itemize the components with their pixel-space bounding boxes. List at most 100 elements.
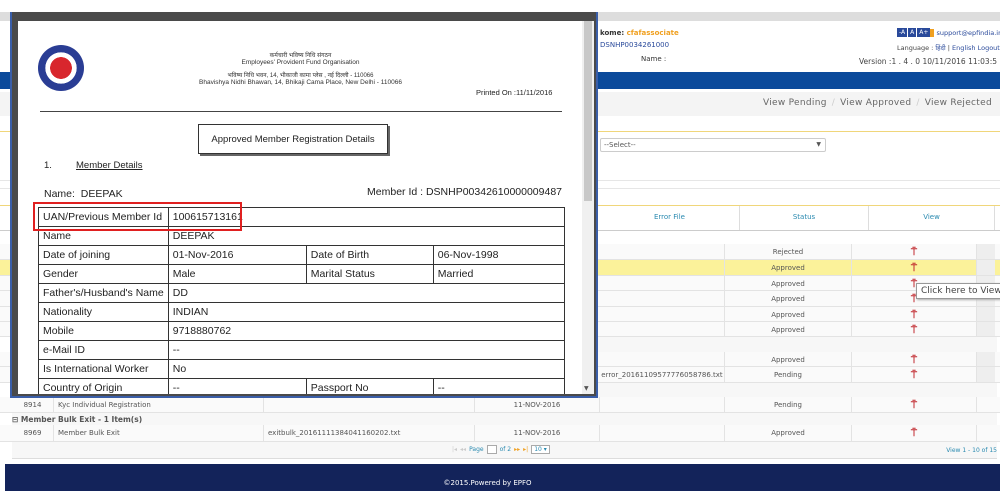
font-normal-button[interactable]: A xyxy=(908,28,916,37)
row-id: 8969 xyxy=(12,425,54,441)
filter-select[interactable]: --Select--▼ xyxy=(600,138,826,152)
next-page-icon[interactable]: ▸▸ xyxy=(514,446,520,453)
group-header-bulk-exit[interactable]: ⊟ Member Bulk Exit - 1 Item(s) xyxy=(12,413,997,425)
row-type: Kyc Individual Registration xyxy=(54,397,264,412)
pdf-icon[interactable]: ⍑ xyxy=(852,397,977,412)
mobile-label: Mobile xyxy=(39,322,169,341)
page-input[interactable] xyxy=(487,445,497,454)
pdf-icon[interactable]: ⍑ xyxy=(852,260,977,275)
row-status: Rejected xyxy=(725,244,852,259)
address-hindi: भविष्य निधि भवन, 14, भीकाजी कामा प्लेस ,… xyxy=(18,71,583,79)
pdf-icon[interactable]: ⍑ xyxy=(852,322,977,336)
view-rejected-link[interactable]: View Rejected xyxy=(925,98,992,108)
column-header-error-file[interactable]: Error File xyxy=(600,206,740,230)
page-label: Page xyxy=(469,446,484,453)
view-info: View 1 - 10 of 15 xyxy=(946,447,997,454)
page-size-select[interactable]: 10 ▾ xyxy=(531,445,550,454)
row-id: 8914 xyxy=(12,397,54,412)
mail-icon: ▪ xyxy=(930,29,934,37)
table-row: Date of joining01-Nov-2016Date of Birth0… xyxy=(39,246,565,265)
gender-label: Gender xyxy=(39,265,169,284)
row-status: Approved xyxy=(725,352,852,366)
doj-value: 01-Nov-2016 xyxy=(168,246,306,265)
logout-link[interactable]: Logout xyxy=(978,44,1000,52)
row-status: Pending xyxy=(725,397,852,412)
footer-text: ©2015.Powered by EPFO xyxy=(443,479,531,487)
org-hindi: कर्मचारी भविष्य निधि संगठन xyxy=(18,51,583,59)
pdf-icon[interactable]: ⍑ xyxy=(852,244,977,259)
font-decrease-button[interactable]: -A xyxy=(897,28,907,37)
row-type: Member Bulk Exit xyxy=(54,425,264,441)
column-header-status[interactable]: Status xyxy=(740,206,869,230)
section-title: Member Details xyxy=(76,160,143,171)
table-row: Mobile9718880762 xyxy=(39,322,565,341)
modal-title-bar xyxy=(12,12,596,21)
support-email-link[interactable]: support@epfindia.in xyxy=(936,29,1000,37)
row-status: Approved xyxy=(725,291,852,306)
pager: |◂ ◂◂ Page of 2 ▸▸ ▸| 10 ▾ View 1 - 10 o… xyxy=(12,442,997,459)
table-row[interactable]: 8914 Kyc Individual Registration 11-NOV-… xyxy=(0,397,1000,413)
establishment-id: DSNHP0034261000 xyxy=(600,41,669,49)
row-filler xyxy=(977,307,995,321)
page-size-value: 10 xyxy=(534,446,542,453)
row-error-file[interactable] xyxy=(600,260,725,275)
row-date: 11-NOV-2016 xyxy=(475,425,600,441)
font-increase-button[interactable]: A+ xyxy=(917,28,930,37)
table-row[interactable]: 8969 Member Bulk Exit exitbulk_201611113… xyxy=(0,425,1000,442)
document-title: Approved Member Registration Details xyxy=(198,124,388,154)
prev-page-icon[interactable]: ◂◂ xyxy=(460,446,466,453)
row-date: 11-NOV-2016 xyxy=(475,397,600,412)
doj-label: Date of joining xyxy=(39,246,169,265)
dob-value: 06-Nov-1998 xyxy=(433,246,564,265)
separator: / xyxy=(916,98,919,108)
row-filler xyxy=(977,322,995,336)
scrollbar-thumb[interactable] xyxy=(584,21,592,201)
name-label: Name : xyxy=(641,55,666,63)
member-id: Member Id : DSNHP00342610000009487 xyxy=(367,186,562,198)
father-label: Father's/Husband's Name xyxy=(39,284,169,303)
row-error-file[interactable] xyxy=(600,276,725,290)
row-error-file[interactable] xyxy=(600,291,725,306)
row-file[interactable]: exitbulk_20161111384041160202.txt xyxy=(264,425,475,441)
modal-scrollbar[interactable]: ▼ xyxy=(582,21,594,394)
scroll-down-icon[interactable]: ▼ xyxy=(584,385,589,392)
divider xyxy=(40,111,562,112)
pdf-icon[interactable]: ⍑ xyxy=(852,352,977,366)
first-page-icon[interactable]: |◂ xyxy=(452,446,457,453)
name-value: DEEPAK xyxy=(81,188,123,200)
pdf-icon[interactable]: ⍑ xyxy=(852,307,977,321)
row-error-file[interactable] xyxy=(600,352,725,366)
registration-details-modal: कर्मचारी भविष्य निधि संगठन Employees' Pr… xyxy=(10,12,598,398)
pdf-icon[interactable]: ⍑ xyxy=(852,367,977,382)
language-english-link[interactable]: English xyxy=(952,44,975,52)
name-label: Name: xyxy=(44,188,75,200)
marital-value: Married xyxy=(433,265,564,284)
row-filler xyxy=(977,260,995,275)
row-error-file xyxy=(600,425,725,441)
row-error-file[interactable] xyxy=(600,244,725,259)
view-pending-link[interactable]: View Pending xyxy=(763,98,827,108)
row-error-file[interactable] xyxy=(600,307,725,321)
chevron-down-icon: ▼ xyxy=(816,141,821,148)
passport-label: Passport No xyxy=(306,379,433,395)
dob-label: Date of Birth xyxy=(306,246,433,265)
org-english: Employees' Provident Fund Organisation xyxy=(18,59,583,66)
intl-label: Is International Worker xyxy=(39,360,169,379)
language-hindi-link[interactable]: हिंदी xyxy=(935,44,945,52)
row-error-file[interactable] xyxy=(600,322,725,336)
column-header-view[interactable]: View xyxy=(869,206,995,230)
last-page-icon[interactable]: ▸| xyxy=(523,446,528,453)
passport-value: -- xyxy=(433,379,564,395)
printed-on: Printed On :11/11/2016 xyxy=(476,88,552,97)
row-error-file xyxy=(600,397,725,412)
row-filler xyxy=(977,244,995,259)
view-approved-link[interactable]: View Approved xyxy=(840,98,911,108)
language-label: Language : xyxy=(897,44,933,52)
row-filler xyxy=(977,367,995,382)
row-status: Approved xyxy=(725,322,852,336)
pdf-icon[interactable]: ⍑ xyxy=(852,425,977,441)
row-error-file[interactable]: error_20161109577776058786.txt xyxy=(600,367,725,382)
row-status: Approved xyxy=(725,425,852,441)
document-view[interactable]: कर्मचारी भविष्य निधि संगठन Employees' Pr… xyxy=(18,21,583,394)
member-details-table: UAN/Previous Member Id100615713161 NameD… xyxy=(38,207,565,394)
